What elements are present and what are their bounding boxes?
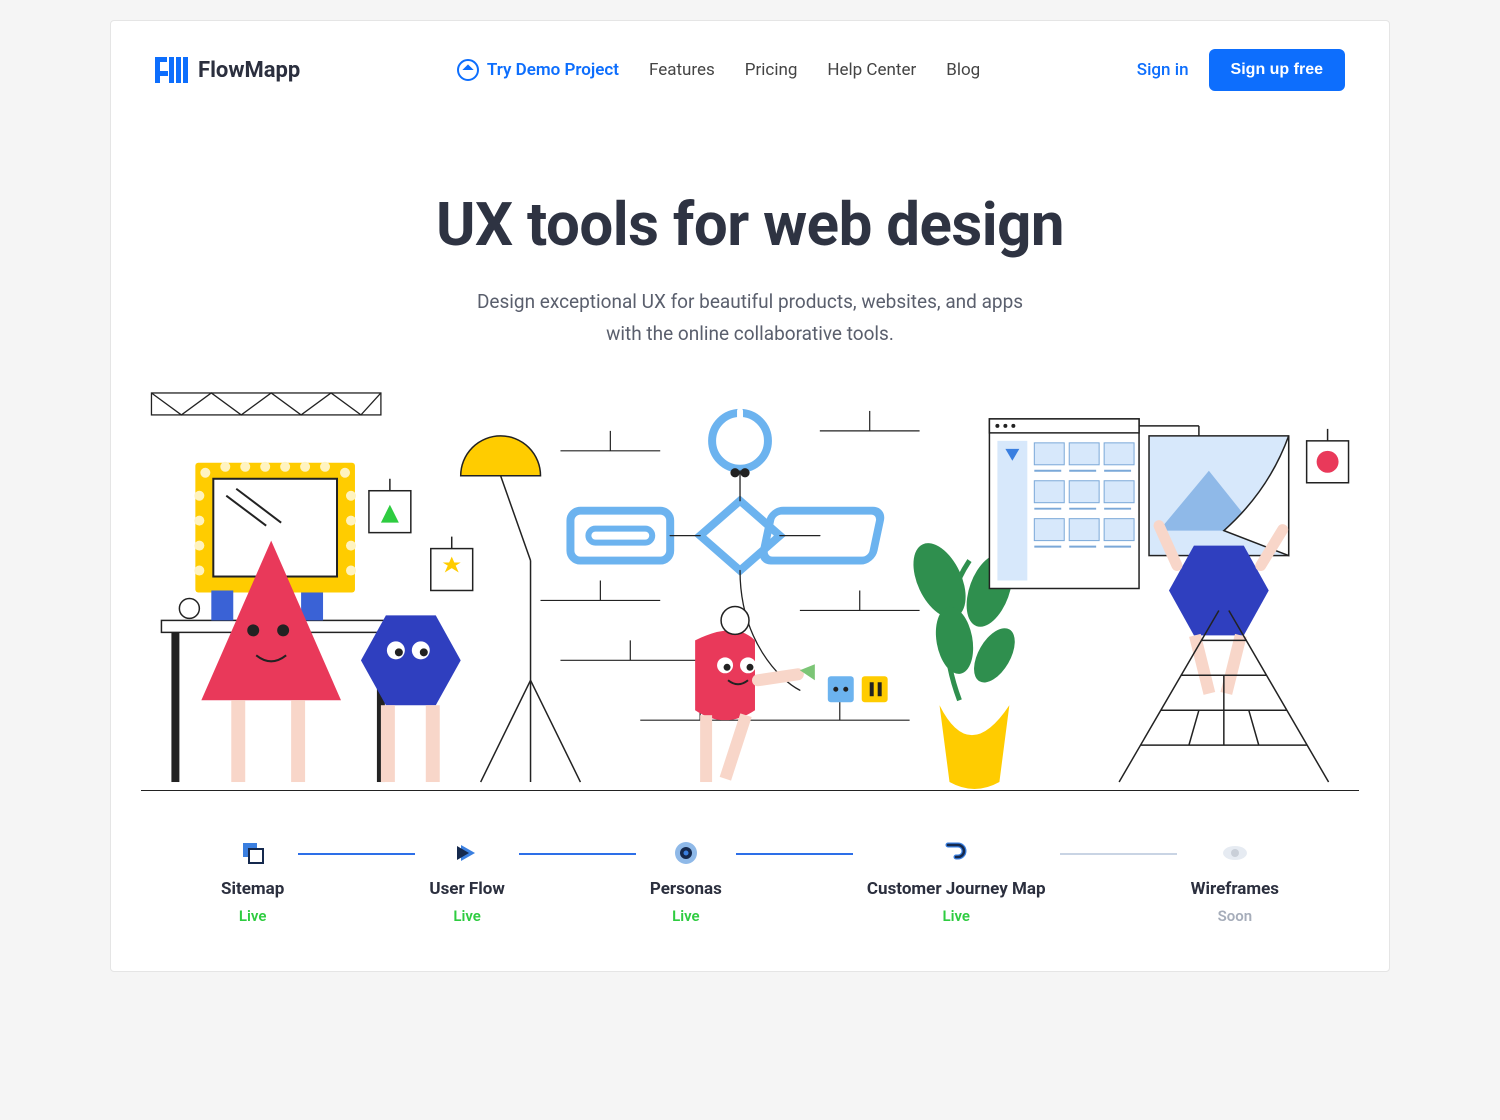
feature-label: User Flow: [429, 879, 504, 899]
feature-status: Live: [453, 907, 481, 925]
logo-mark-icon: [155, 57, 188, 83]
personas-icon: [672, 839, 700, 867]
feature-label: Wireframes: [1191, 879, 1279, 899]
nav-pricing[interactable]: Pricing: [745, 60, 798, 80]
feature-label: Customer Journey Map: [867, 879, 1046, 899]
connector-line: [298, 853, 415, 855]
signup-button[interactable]: Sign up free: [1209, 49, 1345, 91]
landing-page: FlowMapp Try Demo Project Features Prici…: [110, 20, 1390, 972]
cjm-icon: [942, 839, 970, 867]
illustration-svg: [141, 381, 1359, 790]
auth-actions: Sign in Sign up free: [1137, 49, 1345, 91]
signin-link[interactable]: Sign in: [1137, 60, 1189, 80]
nav-features[interactable]: Features: [649, 60, 715, 80]
feature-label: Sitemap: [221, 879, 284, 899]
hero-illustration: [141, 381, 1359, 791]
feature-sitemap[interactable]: Sitemap Live: [221, 839, 284, 925]
connector-line: [519, 853, 636, 855]
feature-status: Live: [239, 907, 267, 925]
main-nav: Try Demo Project Features Pricing Help C…: [457, 59, 980, 81]
feature-userflow[interactable]: User Flow Live: [429, 839, 504, 925]
feature-tabs: Sitemap Live User Flow Live Personas Liv…: [111, 791, 1389, 971]
nav-try-demo[interactable]: Try Demo Project: [457, 59, 619, 81]
site-header: FlowMapp Try Demo Project Features Prici…: [111, 21, 1389, 119]
userflow-icon: [453, 839, 481, 867]
sitemap-icon: [239, 839, 267, 867]
connector-line: [736, 853, 853, 855]
brand-name: FlowMapp: [198, 58, 300, 83]
nav-try-demo-label: Try Demo Project: [487, 60, 619, 80]
feature-cjm[interactable]: Customer Journey Map Live: [867, 839, 1046, 925]
feature-label: Personas: [650, 879, 722, 899]
hero-subtitle-line1: Design exceptional UX for beautiful prod…: [477, 290, 1023, 313]
hero-subtitle-line2: with the online collaborative tools.: [606, 322, 894, 345]
feature-status: Live: [672, 907, 700, 925]
compass-icon: [457, 59, 479, 81]
hero-subtitle: Design exceptional UX for beautiful prod…: [151, 286, 1349, 351]
feature-personas[interactable]: Personas Live: [650, 839, 722, 925]
hero-section: UX tools for web design Design exception…: [111, 119, 1389, 371]
wireframes-icon: [1221, 839, 1249, 867]
nav-blog[interactable]: Blog: [946, 60, 980, 80]
feature-status: Soon: [1218, 907, 1253, 925]
brand-logo[interactable]: FlowMapp: [155, 57, 300, 83]
nav-help-center[interactable]: Help Center: [827, 60, 916, 80]
feature-wireframes[interactable]: Wireframes Soon: [1191, 839, 1279, 925]
hero-title: UX tools for web design: [151, 189, 1349, 260]
feature-status: Live: [942, 907, 970, 925]
connector-line: [1060, 853, 1177, 855]
